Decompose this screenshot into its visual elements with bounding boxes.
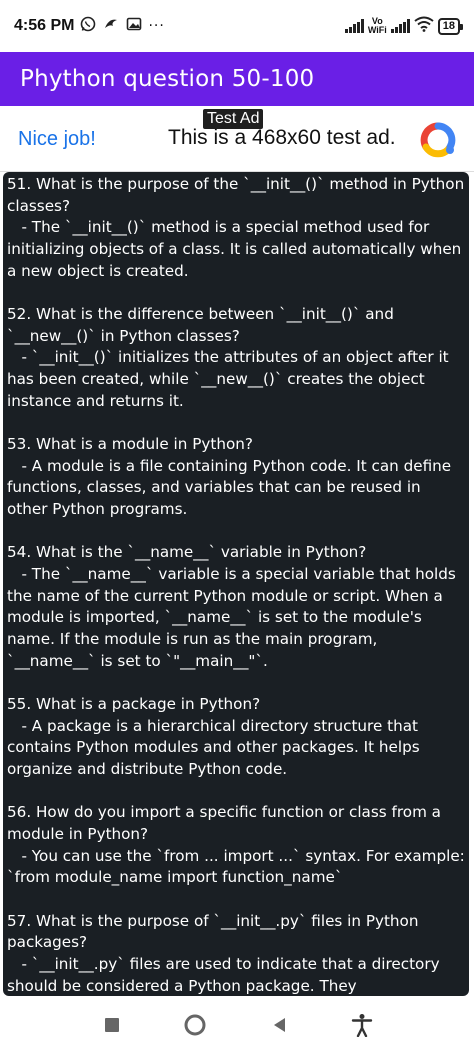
nav-bar (0, 996, 474, 1053)
qa-item: 57. What is the purpose of `__init__.py`… (7, 911, 465, 996)
qa-item: 53. What is a module in Python? - A modu… (7, 434, 465, 521)
app-title: Phython question 50-100 (20, 66, 315, 92)
test-ad-label: Test Ad (203, 109, 264, 129)
admob-logo-icon (420, 122, 456, 158)
qa-item: 52. What is the difference between `__in… (7, 304, 465, 413)
qa-item: 56. How do you import a specific functio… (7, 802, 465, 889)
accessibility-icon (352, 1013, 373, 1037)
answer-text: - You can use the `from ... import ...` … (7, 846, 465, 887)
home-button[interactable] (175, 1005, 215, 1045)
signal-icon (344, 19, 364, 33)
question-text: 51. What is the purpose of the `__init__… (7, 175, 469, 215)
whatsapp-icon (80, 16, 96, 36)
qa-item: 51. What is the purpose of the `__init__… (7, 174, 465, 283)
more-notifications-icon: ··· (148, 18, 165, 34)
notification-icons: ··· (80, 16, 164, 36)
status-time: 4:56 PM (14, 17, 75, 34)
answer-text: - A module is a file containing Python c… (7, 456, 456, 519)
accessibility-button[interactable] (342, 1005, 382, 1045)
questions-content[interactable]: 51. What is the purpose of the `__init__… (3, 172, 469, 996)
recent-apps-button[interactable] (92, 1005, 132, 1045)
wifi-icon (414, 16, 434, 36)
answer-text: - The `__name__` variable is a special v… (7, 565, 461, 670)
app-swirl-icon (102, 16, 120, 36)
question-text: 52. What is the difference between `__in… (7, 305, 399, 345)
ad-banner[interactable]: Nice job! This is a 468x60 test ad. Test… (0, 106, 474, 172)
question-text: 57. What is the purpose of `__init__.py`… (7, 911, 424, 952)
question-text: 55. What is a package in Python? (7, 695, 261, 714)
question-text: 53. What is a module in Python? (7, 435, 253, 454)
answer-text: - The `__init__()` method is a special m… (7, 218, 467, 280)
qa-item: 54. What is the `__name__` variable in P… (7, 542, 465, 672)
status-bar: 4:56 PM ··· Vo WiFi 18 (0, 0, 474, 52)
question-text: 56. How do you import a specific functio… (7, 803, 446, 844)
app-bar: Phython question 50-100 (0, 52, 474, 106)
gallery-icon (126, 16, 142, 36)
answer-text: - A package is a hierarchical directory … (7, 716, 425, 779)
qa-item: 55. What is a package in Python? - A pac… (7, 694, 465, 781)
answer-text: - `__init__()` initializes the attribute… (7, 348, 454, 410)
answer-text: - `__init__.py` files are used to indica… (7, 955, 445, 995)
ad-nice-job-text: Nice job! (18, 128, 96, 150)
signal-icon-2 (390, 19, 410, 33)
vowifi-icon: Vo WiFi (367, 16, 387, 35)
ad-text: This is a 468x60 test ad. (168, 126, 396, 149)
status-right-icons: Vo WiFi 18 (344, 16, 464, 36)
circle-icon (184, 1014, 206, 1035)
back-triangle-icon (273, 1017, 285, 1032)
battery-icon: 18 (437, 17, 464, 35)
back-button[interactable] (259, 1005, 299, 1045)
question-text: 54. What is the `__name__` variable in P… (7, 543, 367, 562)
square-icon (104, 1017, 119, 1032)
